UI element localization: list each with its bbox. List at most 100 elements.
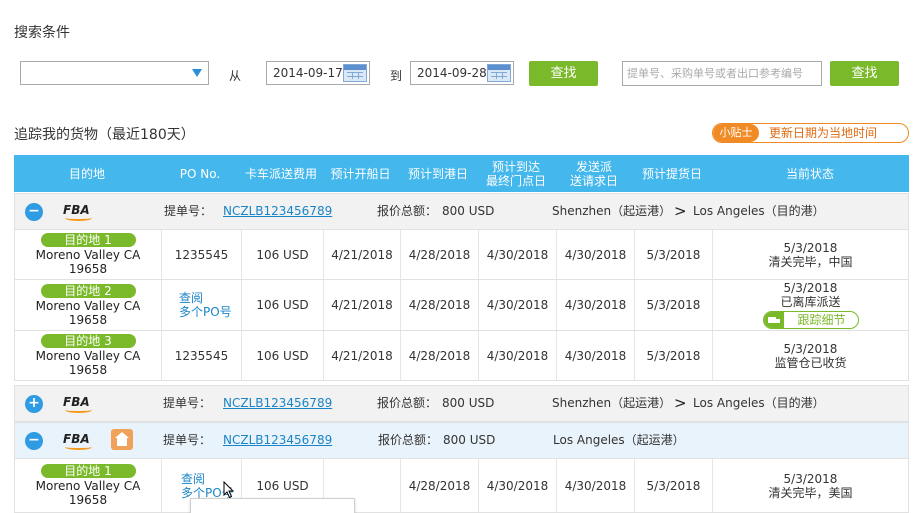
chevron-right-icon: > [674,394,687,412]
destination-tag: 目的地 1 [40,233,136,247]
delivery-request-cell: 4/30/2018 [556,459,634,512]
origin-port: Los Angeles（起运港） [553,433,685,447]
status-date: 5/3/2018 [783,240,838,255]
bl-label: 提单号： [164,204,213,218]
quote-value: 800 USD [443,433,496,447]
header-etd: 预计开船日 [330,166,391,181]
from-label: 从 [229,69,242,83]
po-cell: 1235545 [161,331,241,380]
header-eta: 预计到港日 [407,166,468,181]
find-button[interactable]: 查找 [529,61,598,86]
find-reference-button[interactable]: 查找 [830,61,899,86]
fee-cell: 106 USD [241,230,323,279]
pickup-cell: 5/3/2018 [634,230,712,279]
multiple-po-link[interactable]: 多个PO号 [179,305,232,319]
shipment-group: − FBA 提单号： NCZLB123456789 报价总额： 800 USD … [14,193,909,230]
status-date: 5/3/2018 [783,471,838,486]
quote-label: 报价总额： [378,433,439,447]
quote-label: 报价总额： [377,396,438,410]
date-from-value: 2014-09-17 [273,66,343,80]
destination-address: Moreno Valley CA 19658 [35,248,141,276]
etd-cell: 4/21/2018 [323,331,400,380]
view-po-link[interactable]: 查阅 [181,472,205,486]
header-truck-fee: 卡车派送费用 [244,166,317,181]
header-final-door: 预计到达 最终门点日 [485,159,546,188]
date-to-value: 2014-09-28 [417,66,487,80]
fba-logo: FBA [63,432,92,450]
destination-cell: 目的地 3 Moreno Valley CA 19658 [15,331,161,380]
table-header: 目的地 PO No. 卡车派送费用 预计开船日 预计到港日 预计到达 最终门点日… [14,155,909,192]
destination-tag: 目的地 3 [40,334,136,348]
status-date: 5/3/2018 [783,281,838,295]
collapse-icon[interactable]: − [25,203,43,221]
delivery-request-cell: 4/30/2018 [556,331,634,380]
tip-tag: 小贴士 [713,124,759,142]
origin-port: Shenzhen（起运港） [552,396,672,410]
destination-select[interactable] [20,61,209,85]
pickup-cell: 5/3/2018 [634,280,712,330]
shipment-group: − FBA 提单号： NCZLB123456789 报价总额： 800 USD … [14,422,909,459]
destination-port: Los Angeles（目的港） [693,396,825,410]
tip-text: 更新日期为当地时间 [769,126,878,140]
final-door-cell: 4/30/2018 [478,230,556,279]
quote-label: 报价总额： [377,204,438,218]
final-door-cell: 4/30/2018 [478,331,556,380]
destination-address: Moreno Valley CA 19658 [35,479,141,507]
warehouse-icon [111,429,133,450]
to-label: 到 [390,69,403,83]
table-row: 目的地 1 Moreno Valley CA 19658 1235545 106… [14,230,909,280]
eta-cell: 4/28/2018 [400,280,478,330]
search-title: 搜索条件 [14,25,70,41]
bl-label: 提单号： [163,433,212,447]
fba-logo: FBA [63,395,92,413]
header-delivery-request: 发送派 送请求日 [569,159,618,188]
destination-cell: 目的地 1 Moreno Valley CA 19658 [15,459,161,512]
bl-number-link[interactable]: NCZLB123456789 [223,194,332,229]
po-cell: 查阅 多个PO号 [161,280,241,330]
eta-cell: 4/28/2018 [400,230,478,279]
po-popup [190,498,355,513]
destination-tag: 目的地 1 [40,464,136,478]
destination-port: Los Angeles（目的港） [693,204,825,218]
calendar-icon[interactable] [487,64,511,82]
status-cell: 5/3/2018 清关完毕，中国 [712,230,908,279]
tracking-title: 追踪我的货物（最近180天） [14,127,195,143]
pickup-cell: 5/3/2018 [634,331,712,380]
header-pickup: 预计提货日 [641,166,702,181]
view-po-link[interactable]: 查阅 [179,291,203,305]
fee-cell: 106 USD [241,331,323,380]
status-cell: 5/3/2018 监管仓已收货 [712,331,908,380]
status-text: 已离库派送 [780,295,841,309]
quote-value: 800 USD [442,396,495,410]
bl-number-link[interactable]: NCZLB123456789 [223,423,332,458]
pickup-cell: 5/3/2018 [634,459,712,512]
bl-number-link[interactable]: NCZLB123456789 [223,386,332,421]
status-text: 清关完毕，中国 [768,254,853,269]
table-row: 目的地 2 Moreno Valley CA 19658 查阅 多个PO号 10… [14,280,909,331]
expand-icon[interactable]: + [25,395,43,413]
status-cell: 5/3/2018 已离库派送 跟踪细节 [712,280,908,330]
fba-logo: FBA [63,203,92,221]
status-date: 5/3/2018 [783,341,838,356]
reference-search-input[interactable]: 提单号、采购单号或者出口参考编号 [622,61,822,86]
date-to-input[interactable]: 2014-09-28 [410,61,514,85]
fee-cell: 106 USD [241,280,323,330]
calendar-icon[interactable] [343,64,367,82]
quote-value: 800 USD [442,204,495,218]
destination-address: Moreno Valley CA 19658 [35,349,141,377]
eta-cell: 4/28/2018 [400,331,478,380]
date-from-input[interactable]: 2014-09-17 [266,61,370,85]
origin-port: Shenzhen（起运港） [552,204,672,218]
collapse-icon[interactable]: − [25,432,43,450]
tip-banner: 小贴士 更新日期为当地时间 [712,123,909,143]
status-cell: 5/3/2018 清关完毕，美国 [712,459,908,512]
table-row: 目的地 3 Moreno Valley CA 19658 1235545 106… [14,331,909,381]
track-details-label: 跟踪细节 [797,313,846,327]
final-door-cell: 4/30/2018 [478,459,556,512]
chevron-right-icon: > [674,202,687,220]
delivery-request-cell: 4/30/2018 [556,230,634,279]
track-details-button[interactable]: 跟踪细节 [762,311,859,329]
dropdown-arrow-icon [192,69,202,77]
status-text: 清关完毕，美国 [768,485,853,500]
truck-icon [763,312,784,328]
